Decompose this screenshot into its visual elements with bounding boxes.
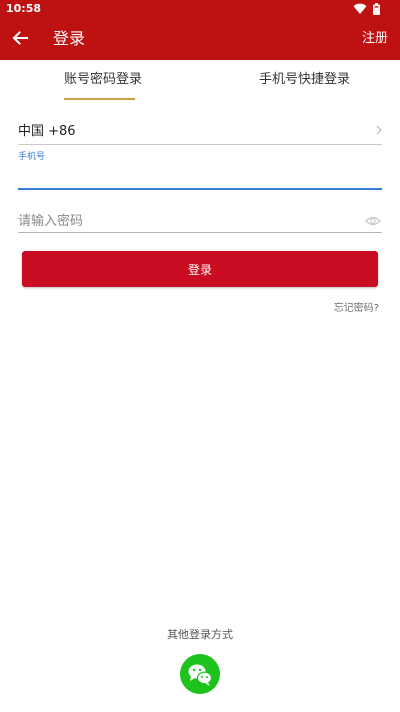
phone-input[interactable]: [18, 166, 382, 190]
register-button[interactable]: 注册: [362, 30, 388, 48]
other-login-label: 其他登录方式: [167, 628, 233, 641]
status-time: 10:58: [6, 2, 42, 15]
status-bar: 10:58: [0, 0, 400, 18]
app-bar: 登录 注册: [0, 18, 400, 60]
tab-sms-login[interactable]: 手机号快捷登录: [259, 71, 350, 89]
phone-field-label: 手机号: [18, 152, 46, 162]
back-button[interactable]: [8, 25, 36, 53]
wechat-login-button[interactable]: [180, 654, 220, 694]
tab-indicator: [64, 98, 135, 100]
wechat-icon: [188, 664, 213, 686]
chevron-right-icon: [376, 125, 382, 135]
status-icons: [347, 3, 380, 15]
wifi-icon: [353, 3, 367, 14]
tab-password-login[interactable]: 账号密码登录: [64, 71, 142, 89]
login-button[interactable]: 登录: [22, 251, 378, 287]
password-input[interactable]: [18, 210, 382, 233]
forgot-password-link[interactable]: 忘记密码?: [334, 302, 379, 316]
battery-icon: [373, 3, 380, 15]
country-code-selector[interactable]: 中国 +86: [18, 118, 382, 145]
page-title: 登录: [53, 29, 86, 48]
arrow-left-icon: [12, 31, 28, 45]
country-code-value: 中国 +86: [18, 124, 76, 139]
eye-icon[interactable]: [365, 215, 381, 227]
